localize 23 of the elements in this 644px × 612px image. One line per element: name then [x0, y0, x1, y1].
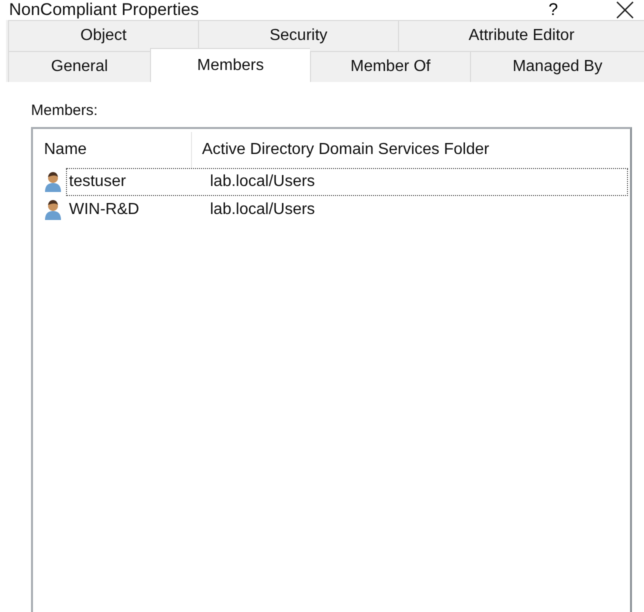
close-button[interactable]	[616, 1, 634, 19]
window-title: NonCompliant Properties	[9, 0, 200, 20]
member-row[interactable]: WIN-R&D lab.local/Users	[66, 196, 628, 224]
tab[interactable]: Security	[198, 20, 398, 51]
help-button[interactable]: ?	[548, 0, 558, 20]
member-folder: lab.local/Users	[210, 201, 315, 219]
tab[interactable]: Member Of	[310, 51, 470, 82]
close-icon	[616, 1, 634, 19]
member-name: testuser	[68, 173, 127, 191]
user-icon	[43, 199, 63, 221]
tab[interactable]: Members	[150, 48, 310, 82]
tab[interactable]: General	[8, 51, 150, 82]
tab[interactable]: Attribute Editor	[398, 20, 644, 51]
tab[interactable]: Managed By	[470, 51, 644, 82]
members-label: Members:	[31, 102, 99, 119]
tab[interactable]: Object	[8, 20, 198, 51]
member-folder: lab.local/Users	[210, 173, 315, 191]
member-row[interactable]: testuser lab.local/Users	[66, 168, 628, 196]
column-header[interactable]: Active Directory Domain Services Folder	[192, 132, 490, 168]
user-icon	[43, 171, 63, 193]
column-header[interactable]: Name	[33, 132, 192, 168]
members-list[interactable]: Name Active Directory Domain Services Folder testuser lab.local/Users WIN-R&D lab.local/Users	[31, 127, 632, 612]
member-name: WIN-R&D	[68, 201, 140, 219]
